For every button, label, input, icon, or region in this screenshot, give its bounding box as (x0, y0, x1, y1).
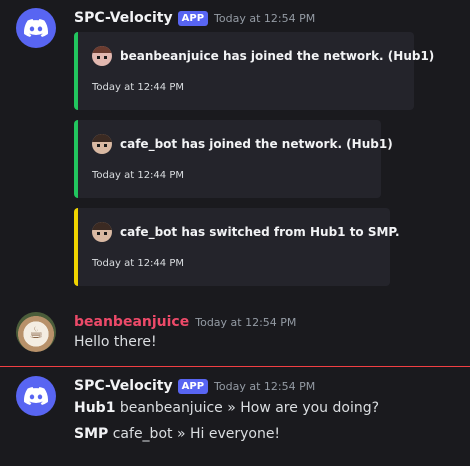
app-badge: APP (177, 378, 209, 394)
player-head-icon (92, 46, 112, 66)
message-header: beanbeanjuice Today at 12:54 PM (74, 314, 296, 330)
player-head-icon (92, 222, 112, 242)
avatar[interactable] (16, 8, 56, 48)
embed-timestamp: Today at 12:44 PM (92, 258, 184, 269)
embed-text: cafe_bot has joined the network. (Hub1) (120, 137, 393, 151)
chat-text: beanbeanjuice » How are you doing? (119, 400, 380, 416)
avatar[interactable]: ☕ (16, 312, 56, 352)
server-tag: SMP (74, 426, 109, 442)
message-content: Hello there! (74, 334, 157, 350)
embed-timestamp: Today at 12:44 PM (92, 170, 184, 181)
embed-text: cafe_bot has switched from Hub1 to SMP. (120, 225, 400, 239)
timestamp[interactable]: Today at 12:54 PM (214, 12, 315, 25)
message-header: SPC-Velocity APP Today at 12:54 PM (74, 10, 315, 26)
app-badge: APP (177, 10, 209, 26)
embed-join-cafe-bot: cafe_bot has joined the network. (Hub1) … (74, 120, 393, 198)
server-tag: Hub1 (74, 400, 116, 416)
author-name[interactable]: SPC-Velocity (74, 10, 173, 26)
embed-text: beanbeanjuice has joined the network. (H… (120, 49, 435, 63)
coffee-cup-avatar: ☕ (28, 322, 44, 342)
player-head-icon (92, 134, 112, 154)
embed-join-beanbeanjuice: beanbeanjuice has joined the network. (H… (74, 32, 434, 110)
embed-timestamp: Today at 12:44 PM (92, 82, 184, 93)
message-line: Hub1 beanbeanjuice » How are you doing? (74, 400, 379, 416)
new-messages-divider (0, 366, 470, 367)
embed-switch-cafe-bot: cafe_bot has switched from Hub1 to SMP. … (74, 208, 400, 286)
discord-logo-icon (24, 19, 48, 37)
timestamp[interactable]: Today at 12:54 PM (214, 380, 315, 393)
message-header: SPC-Velocity APP Today at 12:54 PM (74, 378, 315, 394)
message-line: SMP cafe_bot » Hi everyone! (74, 426, 280, 442)
discord-logo-icon (24, 387, 48, 405)
author-name[interactable]: beanbeanjuice (74, 314, 189, 330)
timestamp[interactable]: Today at 12:54 PM (195, 316, 296, 329)
avatar[interactable] (16, 376, 56, 416)
chat-text: cafe_bot » Hi everyone! (112, 426, 281, 442)
author-name[interactable]: SPC-Velocity (74, 378, 173, 394)
